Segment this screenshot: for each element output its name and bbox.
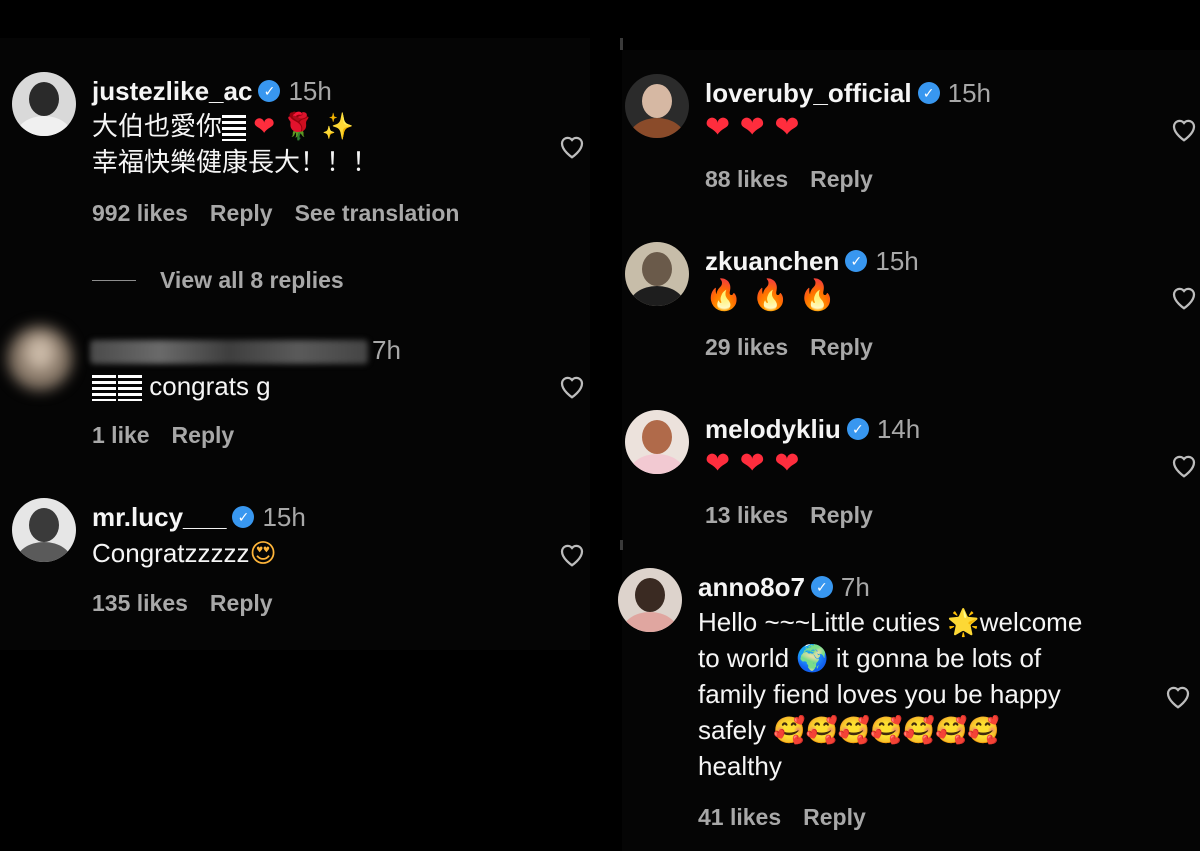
reply-button[interactable]: Reply: [210, 590, 273, 616]
comment-header: melodykliu ✓ 14h: [705, 414, 920, 445]
reply-button[interactable]: Reply: [172, 422, 235, 448]
panel-divider-top: [620, 38, 623, 50]
comment-header: mr.lucy___ ✓ 15h: [92, 502, 306, 533]
comment-text-value: congrats g: [149, 371, 271, 401]
reply-button[interactable]: Reply: [810, 334, 873, 360]
comment-text-value: Congratzzzzz: [92, 538, 250, 568]
panel-divider-mid: [620, 540, 623, 550]
comment-emojis: ❤ ❤ ❤: [705, 446, 800, 481]
avatar[interactable]: [625, 74, 689, 138]
comment-actions: 1 like Reply: [92, 422, 256, 449]
heart-outline-icon[interactable]: [1168, 114, 1200, 144]
comment-header: anno8o7 ✓ 7h: [698, 572, 870, 603]
comment-actions: 41 likes Reply: [698, 804, 888, 831]
verified-badge-icon: ✓: [810, 576, 833, 599]
verified-badge-icon: ✓: [232, 506, 255, 529]
likes-count[interactable]: 41 likes: [698, 804, 781, 830]
heart-outline-icon[interactable]: [556, 131, 588, 161]
comment-header: justezlike_ac ✓ 15h: [92, 76, 332, 107]
comment-actions: 13 likes Reply: [705, 502, 895, 529]
avatar[interactable]: [618, 568, 682, 632]
username[interactable]: mr.lucy___: [92, 502, 226, 532]
heart-outline-icon[interactable]: [1168, 450, 1200, 480]
sparkles-emoji: ✨: [321, 112, 355, 142]
replies-divider: [92, 280, 136, 281]
comment-text-line-1: Hello ~~~Little cuties 🌟welcome: [698, 604, 1082, 641]
username[interactable]: anno8o7: [698, 572, 805, 602]
avatar[interactable]: [625, 242, 689, 306]
avatar[interactable]: [8, 326, 72, 390]
smiling-hearts-emoji: 🥰🥰🥰🥰🥰🥰🥰: [773, 716, 1000, 746]
red-heart-emoji: ❤: [253, 112, 276, 142]
timestamp[interactable]: 7h: [372, 335, 401, 365]
comment-header: 7h: [90, 335, 401, 366]
username[interactable]: justezlike_ac: [92, 76, 252, 106]
comment-emojis: ❤ ❤ ❤: [705, 110, 800, 145]
heart-outline-icon[interactable]: [1162, 681, 1194, 711]
comment-text: Hello ~~~Little cuties: [698, 607, 941, 637]
verified-badge-icon: ✓: [917, 82, 940, 105]
likes-count[interactable]: 992 likes: [92, 200, 188, 226]
special-glyph: [118, 375, 142, 402]
comment-text-line-3: family fiend loves you be happy: [698, 679, 1061, 709]
heart-outline-icon[interactable]: [1168, 282, 1200, 312]
rose-emoji: 🌹: [282, 112, 315, 142]
timestamp[interactable]: 15h: [875, 246, 918, 276]
reply-button[interactable]: Reply: [803, 804, 866, 830]
comment-actions: 29 likes Reply: [705, 334, 895, 361]
heart-outline-icon[interactable]: [556, 371, 588, 401]
reply-button[interactable]: Reply: [210, 200, 273, 226]
comment-text: 大伯也愛你: [92, 111, 223, 141]
timestamp[interactable]: 14h: [877, 414, 920, 444]
glowing-star-emoji: 🌟: [947, 608, 980, 638]
verified-badge-icon: ✓: [846, 418, 869, 441]
comment-emojis: 🔥 🔥 🔥: [705, 278, 837, 313]
special-glyph: [92, 375, 116, 402]
comment-text: it gonna be lots of: [835, 643, 1042, 673]
likes-count[interactable]: 88 likes: [705, 166, 788, 192]
special-glyph: [222, 115, 247, 142]
comment-header: zkuanchen ✓ 15h: [705, 246, 919, 277]
comment-text-line-5: healthy: [698, 751, 782, 781]
comment-text: safely: [698, 715, 766, 745]
comment-text: to world: [698, 643, 790, 673]
comment-actions: 88 likes Reply: [705, 166, 895, 193]
comment-actions: 992 likes Reply See translation: [92, 200, 481, 227]
heart-eyes-emoji: 😍: [249, 539, 277, 569]
username[interactable]: zkuanchen: [705, 246, 839, 276]
comment-text: welcome: [979, 607, 1083, 637]
see-translation-button[interactable]: See translation: [295, 200, 460, 226]
globe-emoji: 🌍: [796, 644, 829, 674]
comment-text-line-2: 幸福快樂健康長大！！！: [92, 147, 379, 177]
likes-count[interactable]: 13 likes: [705, 502, 788, 528]
view-replies-button[interactable]: View all 8 replies: [160, 267, 344, 294]
reply-button[interactable]: Reply: [810, 166, 873, 192]
comment-text-line-1: 大伯也愛你 ❤ 🌹 ✨: [92, 108, 354, 145]
avatar[interactable]: [625, 410, 689, 474]
username[interactable]: melodykliu: [705, 414, 841, 444]
timestamp[interactable]: 7h: [841, 572, 870, 602]
timestamp[interactable]: 15h: [288, 76, 331, 106]
username[interactable]: loveruby_official: [705, 78, 912, 108]
comment-text-line-2: to world 🌍 it gonna be lots of: [698, 640, 1041, 677]
likes-count[interactable]: 29 likes: [705, 334, 788, 360]
timestamp[interactable]: 15h: [262, 502, 305, 532]
timestamp[interactable]: 15h: [948, 78, 991, 108]
comment-actions: 135 likes Reply: [92, 590, 295, 617]
avatar[interactable]: [12, 72, 76, 136]
likes-count[interactable]: 135 likes: [92, 590, 188, 616]
comment-text-line-4: safely 🥰🥰🥰🥰🥰🥰🥰: [698, 712, 1000, 749]
verified-badge-icon: ✓: [258, 80, 281, 103]
comment-text: congrats g: [92, 368, 271, 404]
reply-button[interactable]: Reply: [810, 502, 873, 528]
heart-outline-icon[interactable]: [556, 539, 588, 569]
comment-text: Congratzzzzz😍: [92, 535, 277, 572]
verified-badge-icon: ✓: [845, 250, 868, 273]
likes-count[interactable]: 1 like: [92, 422, 150, 448]
comment-header: loveruby_official ✓ 15h: [705, 78, 991, 109]
avatar[interactable]: [12, 498, 76, 562]
blurred-username: [90, 340, 368, 365]
